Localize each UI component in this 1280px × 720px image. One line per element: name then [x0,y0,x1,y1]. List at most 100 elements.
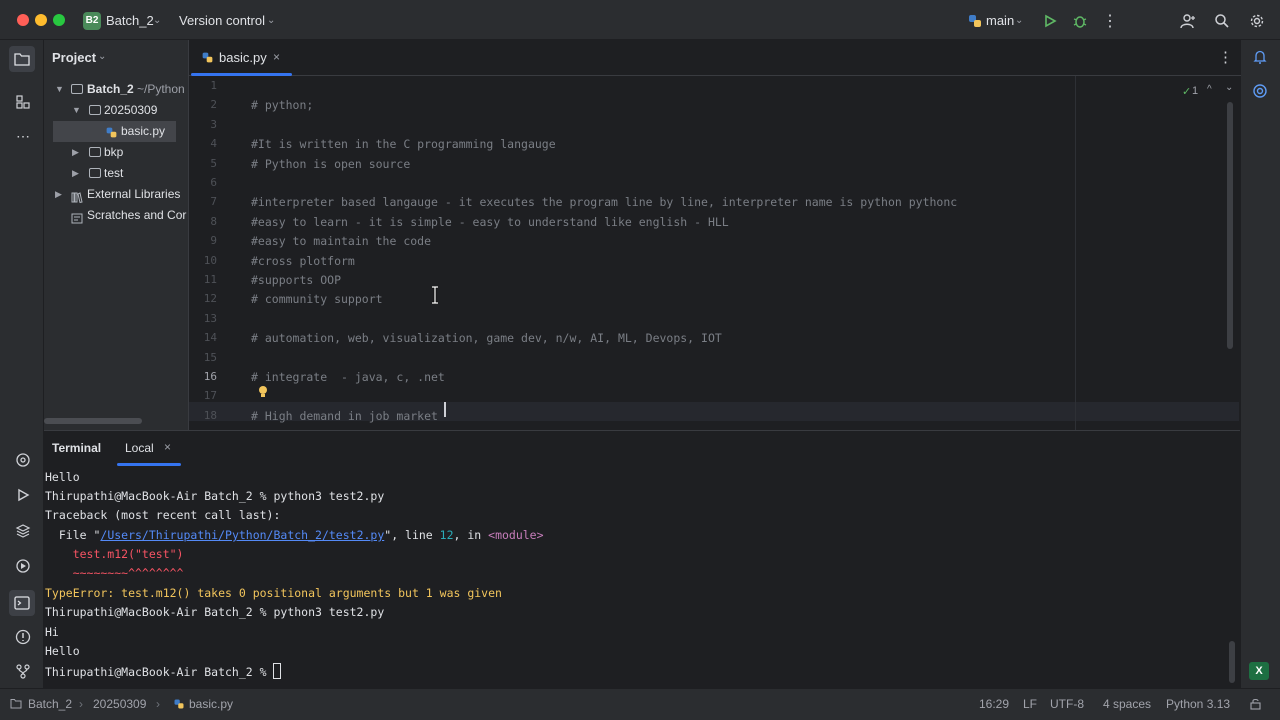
gear-icon[interactable] [1247,11,1267,31]
chevron-down-icon[interactable]: ▼ [72,100,82,121]
chevron-right-icon[interactable]: ▶ [72,163,82,184]
breadcrumb-project[interactable]: Batch_2 [28,697,72,711]
structure-tool-icon[interactable] [12,91,34,113]
tree-item-path-hint: ~/Python [137,82,185,96]
line-number[interactable]: 2 [189,98,217,111]
terminal-scrollbar[interactable] [1229,641,1235,683]
python-file-icon [201,51,214,67]
excel-icon[interactable]: X [1249,662,1269,680]
line-number[interactable]: 9 [189,234,217,247]
line-number[interactable]: 8 [189,215,217,228]
tree-item-external-libraries[interactable]: ▶ External Libraries [44,184,188,205]
file-path-link[interactable]: /Users/Thirupathi/Python/Batch_2/test2.p… [100,528,384,542]
more-vertical-icon[interactable]: ⋮ [1100,11,1120,31]
check-icon[interactable]: ✓ [1182,85,1191,98]
close-tab-icon[interactable]: × [164,440,171,454]
file-encoding[interactable]: UTF-8 [1050,697,1084,711]
line-number[interactable]: 18 [189,409,217,422]
vcs-dropdown[interactable]: Version control [179,13,265,28]
indent-setting[interactable]: 4 spaces [1103,697,1151,711]
version-control-icon[interactable] [12,660,34,682]
tab-basic-py[interactable]: basic.py × [189,40,292,76]
line-number[interactable]: 17 [189,389,217,402]
code-line: # community support [251,292,383,307]
code-area[interactable]: 1 2 3 4 5 6 7 8 9 10 11 12 13 14 15 16 17 18 # python; #It… [189,76,1241,430]
code-line: #It is written in the C programming lang… [251,137,556,152]
line-number[interactable]: 12 [189,292,217,305]
inspection-count[interactable]: 1 [1192,85,1198,97]
python-interpreter[interactable]: Python 3.13 [1166,697,1230,711]
chevron-right-icon[interactable]: ▶ [72,142,82,163]
line-separator[interactable]: LF [1023,697,1037,711]
search-icon[interactable] [1212,11,1232,31]
more-vertical-icon[interactable]: ⋮ [1218,48,1233,66]
line-number[interactable]: 1 [189,79,217,92]
tree-item-bkp[interactable]: ▶ bkp [44,142,188,163]
line-number[interactable]: 7 [189,195,217,208]
python-packages-icon[interactable] [12,449,34,471]
terminal-output[interactable]: Hello Thirupathi@MacBook-Air Batch_2 % p… [44,467,1224,689]
tree-item-20250309[interactable]: ▼ 20250309 [44,100,188,121]
lightbulb-icon[interactable] [257,385,269,402]
python-icon [965,11,985,31]
run-tool-icon[interactable] [12,484,34,506]
code-line: #cross plotform [251,253,355,268]
close-window-button[interactable] [17,14,29,26]
lock-icon[interactable] [1250,698,1261,713]
line-number[interactable]: 14 [189,331,217,344]
add-user-icon[interactable] [1178,11,1198,31]
terminal-tool-icon[interactable] [9,590,35,616]
problems-icon[interactable] [12,626,34,648]
line-number[interactable]: 4 [189,137,217,150]
chevron-down-icon[interactable]: ⌄ [1225,82,1233,93]
breadcrumb-file[interactable]: basic.py [189,697,233,711]
layers-icon[interactable] [12,520,34,542]
tree-item-basic-py[interactable]: basic.py [53,121,176,142]
chevron-up-icon[interactable]: ^ [1207,84,1212,95]
project-tool-icon[interactable] [9,46,35,72]
debug-icon[interactable] [1070,11,1090,31]
line-number[interactable]: 3 [189,118,217,131]
tree-item-scratches[interactable]: Scratches and Cor [44,205,188,226]
run-icon[interactable] [1040,11,1060,31]
code-line: #supports OOP [251,273,342,287]
line-number[interactable]: 5 [189,157,217,170]
maximize-window-button[interactable] [53,14,65,26]
more-horizontal-icon[interactable]: ⋯ [12,125,34,147]
close-tab-icon[interactable]: × [273,50,280,64]
chevron-right-icon[interactable]: ▶ [55,184,65,205]
terminal-code-line: test.m12("test") [45,547,184,561]
cursor-position[interactable]: 16:29 [979,697,1009,711]
breadcrumb-folder[interactable]: 20250309 [93,697,146,711]
tab-terminal[interactable]: Terminal [52,441,101,455]
notifications-icon[interactable] [1249,46,1271,68]
minimize-window-button[interactable] [35,14,47,26]
line-number[interactable]: 16 [189,370,217,383]
project-badge[interactable]: B2 [83,12,101,30]
services-icon[interactable] [12,555,34,577]
folder-icon [10,698,22,712]
left-tool-strip: ⋯ [0,40,44,688]
terminal-line: Thirupathi@MacBook-Air Batch_2 % python3… [45,489,385,503]
project-panel-title[interactable]: Project [52,50,96,65]
tree-item-batch2[interactable]: ▼ Batch_2 ~/Python [44,79,188,100]
tree-item-test[interactable]: ▶ test [44,163,188,184]
tab-local[interactable]: Local [125,441,154,455]
terminal-text: ", line [384,528,440,542]
line-number[interactable]: 13 [189,312,217,325]
line-number[interactable]: 11 [189,273,217,286]
line-number[interactable]: 15 [189,351,217,364]
python-file-icon [173,698,185,713]
ai-assistant-icon[interactable] [1249,80,1271,102]
run-config-dropdown[interactable]: main [986,13,1014,28]
vertical-scrollbar[interactable] [1227,102,1233,349]
code-line: # automation, web, visualization, game d… [251,331,722,346]
tab-label: basic.py [219,50,267,65]
code-line: # High demand in job market [251,408,438,423]
line-number[interactable]: 10 [189,254,217,267]
right-tool-strip: X [1240,40,1280,688]
chevron-down-icon[interactable]: ▼ [55,79,65,100]
project-name-dropdown[interactable]: Batch_2 [106,13,154,28]
horizontal-scrollbar[interactable] [44,418,142,424]
line-number[interactable]: 6 [189,176,217,189]
